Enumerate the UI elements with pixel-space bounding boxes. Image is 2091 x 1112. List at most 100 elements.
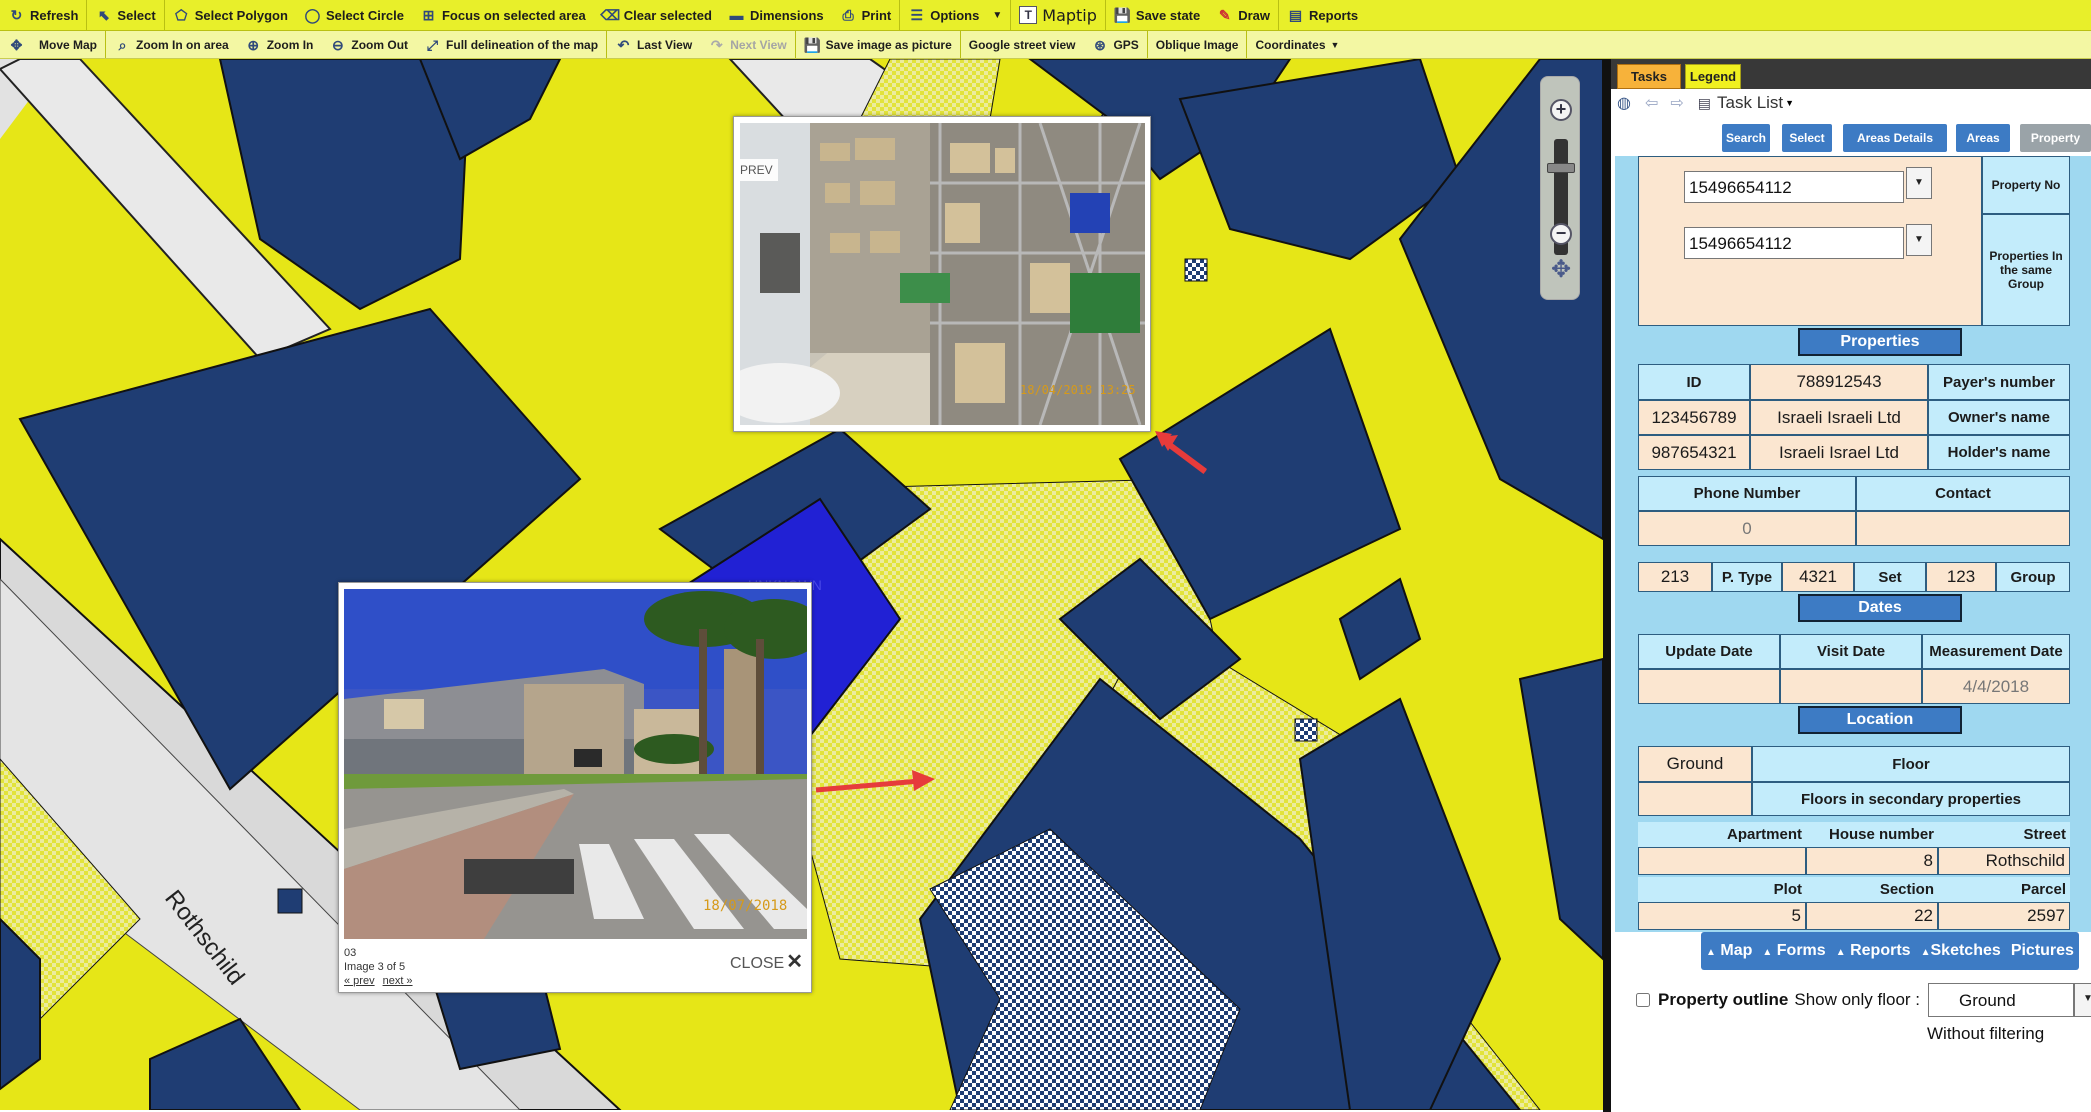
tab-legend[interactable]: Legend [1685,64,1741,89]
photo-popup-warehouse: PREV 18/04/2018 13:25 [733,116,1151,432]
gps-button[interactable]: ⊛ GPS [1083,31,1146,58]
select-circle-button[interactable]: ◯ Select Circle [296,0,412,30]
focus-selected-button[interactable]: ⊞ Focus on selected area [412,0,594,30]
polygon-icon: ⬠ [175,7,188,23]
bottom-tab-bar: ▲ Map ▲ Forms ▲ Reports ▲Sketches Pictur… [1701,932,2079,970]
save-image-button[interactable]: 💾 Save image as picture [794,31,960,58]
same-group-input[interactable]: 15496654112 [1684,227,1904,259]
caret-up-icon: ▲ [1706,947,1716,958]
visit-date-value [1780,669,1922,704]
owner-id-value: 123456789 [1638,400,1750,435]
photo-number: 03 [344,947,357,959]
nav-search-button[interactable]: Search [1722,124,1770,152]
property-no-input[interactable]: 15496654112 [1684,171,1904,203]
tab-pictures[interactable]: Pictures [2011,942,2074,960]
coordinates-dropdown[interactable]: Coordinates ▼ [1246,31,1347,58]
nav-select-button[interactable]: Select [1782,124,1832,152]
full-delineation-button[interactable]: ⤢ Full delineation of the map [416,31,606,58]
phone-label: Phone Number [1638,476,1856,511]
floor-select-value[interactable]: Ground [1928,983,2074,1017]
task-toolbar: ◍ ⇦ ⇨ ▤ Task List ▼ [1611,89,2091,117]
id-label: ID [1638,364,1750,400]
property-outline-checkbox[interactable] [1636,993,1650,1007]
chevron-down-icon[interactable]: ▼ [2074,983,2091,1017]
zoom-in-button[interactable]: ⊕ Zoom In [237,31,322,58]
zoom-out-icon: ⊖ [332,36,344,53]
zoom-out-button[interactable]: ⊖ Zoom Out [321,31,416,58]
task-list-dropdown[interactable]: Task List [1717,93,1783,113]
house-number-label: House number [1806,822,1938,847]
contact-label: Contact [1856,476,2070,511]
reports-button[interactable]: ▤ Reports [1278,0,1366,30]
focus-icon: ⊞ [422,7,435,23]
house-number-value: 8 [1806,847,1938,875]
panel-divider[interactable] [1603,59,1611,1112]
floor-select[interactable]: Ground ▼ [1928,983,2091,1017]
panel-tabs: Tasks Legend [1611,59,2091,89]
secondary-toolbar: ✥ Move Map ⌕ Zoom In on area ⊕ Zoom In ⊖ Zoo… [0,31,2091,59]
select-polygon-button[interactable]: ⬠ Select Polygon [163,0,296,30]
tab-tasks[interactable]: Tasks [1617,64,1681,89]
tab-reports[interactable]: ▲ Reports [1836,942,1911,960]
holder-id-value: 987654321 [1638,435,1750,470]
draw-button[interactable]: ✎ Draw [1208,0,1278,30]
refresh-button[interactable]: ↻ Refresh [0,0,86,30]
nav-areas-button[interactable]: Areas [1956,124,2010,152]
select-button[interactable]: ⬉ Select [86,0,163,30]
clear-selected-button[interactable]: ⌫ Clear selected [594,0,720,30]
tab-sketches[interactable]: ▲Sketches [1921,942,2001,960]
zoom-area-button[interactable]: ⌕ Zoom In on area [105,31,237,58]
chevron-down-icon: ▼ [1330,39,1340,50]
print-button[interactable]: ⎙ Print [832,0,900,30]
update-date-label: Update Date [1638,634,1780,669]
refresh-icon: ↻ [10,7,23,23]
close-photo-button[interactable]: CLOSE ✕ [730,949,803,974]
photo-timestamp: 18/04/2018 13:25 [1020,383,1136,397]
nav-areas-details-button[interactable]: Areas Details [1843,124,1947,152]
save-state-button[interactable]: 💾 Save state [1104,0,1208,30]
nav-property-button[interactable]: Property [2020,124,2091,152]
last-view-button[interactable]: ↶ Last View [606,31,700,58]
chevron-down-icon[interactable]: ▼ [1906,167,1932,199]
tab-forms[interactable]: ▲ Forms [1762,942,1825,960]
tab-map[interactable]: ▲ Map [1706,942,1752,960]
maptip-icon: T [1019,6,1038,24]
back-arrow-icon[interactable]: ⇦ [1645,93,1658,113]
apartment-label: Apartment [1638,822,1806,847]
globe-icon[interactable]: ◍ [1617,93,1631,113]
forward-arrow-icon[interactable]: ⇨ [1670,93,1683,113]
dimensions-button[interactable]: ▬ Dimensions [720,0,832,30]
prev-photo-button[interactable]: PREV [734,159,778,181]
printer-icon: ⎙ [842,7,854,23]
holder-name-label: Holder's name [1928,435,2070,470]
next-link[interactable]: next » [383,975,413,987]
owner-name-value: Israeli Israeli Ltd [1750,400,1928,435]
without-filtering-label: Without filtering [1927,1024,2045,1043]
draw-icon: ✎ [1218,7,1231,23]
zoom-slider-handle[interactable] [1547,163,1575,173]
parcel-label: Parcel [1938,877,2070,902]
plot-label: Plot [1638,877,1806,902]
chevron-down-icon[interactable]: ▼ [1906,224,1932,256]
street-view-button[interactable]: Google street view [959,31,1084,58]
options-dropdown[interactable]: ☰ Options ▼ [899,0,1010,30]
payer-number-label: Payer's number [1928,364,2070,400]
next-view-icon: ↷ [710,36,723,53]
photo-timestamp: 18/07/2018 [703,898,788,914]
pan-arrows-icon[interactable]: ✥ [1544,253,1578,287]
camera-icon: 💾 [803,36,821,53]
main-toolbar: ↻ Refresh ⬉ Select ⬠ Select Polygon ◯ Select… [0,0,2091,31]
payer-number-value: 788912543 [1750,364,1928,400]
prev-link[interactable]: « prev [344,975,375,987]
move-map-button[interactable]: ✥ Move Map [0,31,105,58]
floor-label: Floor [1752,746,2070,782]
cursor-icon: ⬉ [98,7,110,23]
chevron-down-icon: ▼ [992,9,1003,21]
zoom-in-icon[interactable]: + [1550,99,1572,121]
zoom-out-icon[interactable]: − [1550,223,1572,245]
street-image [344,589,807,939]
oblique-image-button[interactable]: Oblique Image [1146,31,1247,58]
owner-name-label: Owner's name [1928,400,2070,435]
next-view-button[interactable]: ↷ Next View [700,31,794,58]
maptip-button[interactable]: T Maptip [1010,0,1105,30]
